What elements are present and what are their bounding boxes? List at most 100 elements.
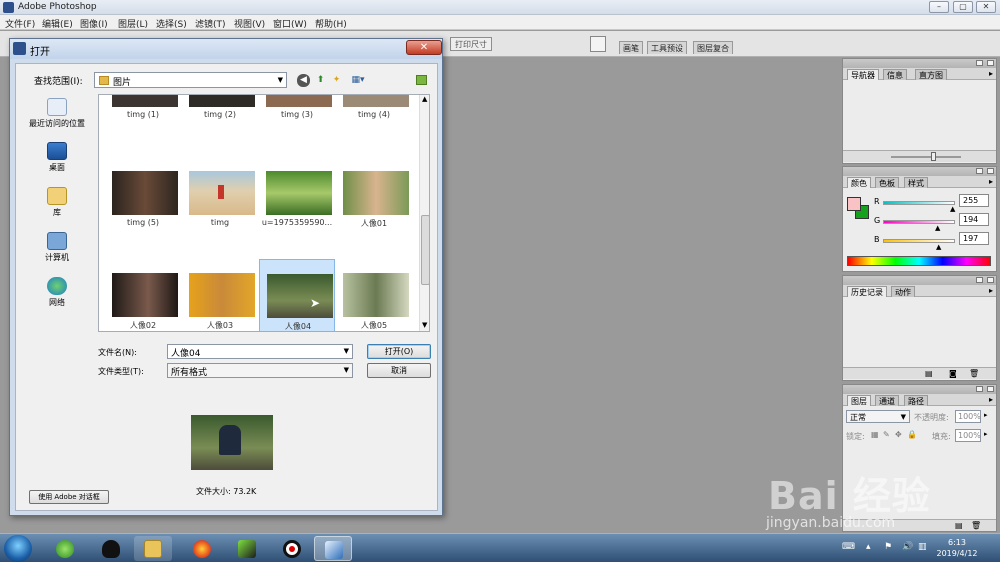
palette-minimize-button[interactable] [976, 386, 983, 392]
tab-layers[interactable]: 图层 [847, 395, 871, 406]
place-network[interactable]: 网络 [22, 277, 92, 308]
menu-edit[interactable]: 编辑(E) [42, 17, 73, 30]
cancel-button[interactable]: 取消 [367, 363, 431, 378]
file-item[interactable]: timg (5) [105, 163, 181, 233]
taskbar-app-qq[interactable] [92, 536, 130, 561]
new-folder-icon[interactable]: ✦ [330, 74, 343, 87]
file-item-selected[interactable]: 人像04 ➤ [259, 259, 335, 331]
palette-menu-icon[interactable]: ▸ [989, 286, 993, 295]
well-tab-tool-presets[interactable]: 工具预设 [647, 41, 687, 54]
palette-minimize-button[interactable] [976, 277, 983, 283]
tray-expand-icon[interactable]: ▴ [866, 542, 871, 552]
scroll-up-icon[interactable]: ▲ [422, 95, 427, 103]
zoom-slider[interactable] [891, 156, 961, 158]
taskbar-app-recorder[interactable] [273, 536, 311, 561]
foreground-color-swatch[interactable] [847, 197, 861, 211]
minimize-button[interactable]: – [929, 1, 949, 13]
file-item[interactable]: timg [182, 163, 258, 233]
place-recent[interactable]: 最近访问的位置 [22, 98, 92, 129]
new-document-icon[interactable]: ▤ [925, 369, 933, 378]
file-item[interactable]: timg (3) [259, 95, 335, 125]
well-tab-brushes[interactable]: 画笔 [619, 41, 643, 54]
blue-slider-handle[interactable]: ▲ [936, 243, 941, 251]
menu-help[interactable]: 帮助(H) [315, 17, 347, 30]
adobe-bridge-icon[interactable] [416, 75, 427, 85]
green-slider-handle[interactable]: ▲ [935, 224, 940, 232]
menu-view[interactable]: 视图(V) [234, 17, 265, 30]
trash-icon[interactable]: 🗑 [969, 369, 979, 378]
file-list-scrollbar[interactable]: ▲ ▼ [419, 95, 429, 331]
blue-slider[interactable] [883, 239, 955, 243]
menu-select[interactable]: 选择(S) [156, 17, 187, 30]
red-value-field[interactable]: 255 [959, 194, 989, 207]
tab-navigator[interactable]: 导航器 [847, 69, 879, 80]
tab-color[interactable]: 颜色 [847, 177, 871, 188]
tab-info[interactable]: 信息 [883, 69, 907, 80]
filetype-select[interactable]: 所有格式 ▼ [167, 363, 353, 378]
scrollbar-thumb[interactable] [421, 215, 429, 285]
blend-mode-select[interactable]: 正常 ▼ [846, 410, 910, 423]
dialog-close-button[interactable]: ✕ [406, 40, 442, 55]
maximize-button[interactable]: ▢ [953, 1, 973, 13]
well-tab-layer-comps[interactable]: 图层复合 [693, 41, 733, 54]
taskbar-app-360[interactable] [46, 536, 84, 561]
palette-minimize-button[interactable] [976, 60, 983, 66]
view-menu-icon[interactable]: ▦▾ [348, 74, 368, 87]
lock-move-icon[interactable]: ✥ [895, 430, 902, 439]
palette-minimize-button[interactable] [976, 168, 983, 174]
color-ramp[interactable] [847, 256, 991, 266]
file-item[interactable]: 人像02 [105, 265, 181, 331]
palette-close-button[interactable] [987, 168, 994, 174]
taskbar-app-explorer[interactable] [134, 536, 172, 561]
taskbar-app-video[interactable] [228, 536, 266, 561]
red-slider[interactable] [883, 201, 955, 205]
tab-actions[interactable]: 动作 [891, 286, 915, 297]
file-item[interactable]: 人像03 [182, 265, 258, 331]
taskbar-app-firefox[interactable] [183, 536, 221, 561]
menu-window[interactable]: 窗口(W) [273, 17, 307, 30]
zoom-slider-handle[interactable] [931, 152, 936, 161]
lock-brush-icon[interactable]: ✎ [883, 430, 890, 439]
palette-close-button[interactable] [987, 277, 994, 283]
taskbar-app-photoshop[interactable] [314, 536, 352, 561]
menu-file[interactable]: 文件(F) [5, 17, 35, 30]
palette-well-icon[interactable] [590, 36, 606, 52]
palette-menu-icon[interactable]: ▸ [989, 69, 993, 78]
menu-layer[interactable]: 图层(L) [118, 17, 148, 30]
file-item[interactable]: u=1975359590... [259, 163, 335, 233]
print-size-button[interactable]: 打印尺寸 [450, 37, 492, 51]
new-snapshot-icon[interactable]: ◙ [949, 369, 957, 378]
tab-histogram[interactable]: 直方图 [915, 69, 947, 80]
scroll-down-icon[interactable]: ▼ [422, 321, 427, 329]
file-item[interactable]: timg (2) [182, 95, 258, 125]
keyboard-icon[interactable]: ⌨ [842, 542, 855, 552]
blue-value-field[interactable]: 197 [959, 232, 989, 245]
tab-history[interactable]: 历史记录 [847, 286, 887, 297]
back-icon[interactable]: ◀ [297, 74, 310, 87]
up-folder-icon[interactable]: ⬆ [314, 74, 327, 87]
palette-close-button[interactable] [987, 386, 994, 392]
clock[interactable]: 6:13 2019/4/12 [932, 537, 982, 559]
menu-image[interactable]: 图像(I) [80, 17, 108, 30]
palette-close-button[interactable] [987, 60, 994, 66]
tab-channels[interactable]: 通道 [875, 395, 899, 406]
green-value-field[interactable]: 194 [959, 213, 989, 226]
open-button[interactable]: 打开(O) [367, 344, 431, 359]
look-in-select[interactable]: 图片 ▼ [94, 72, 287, 88]
lock-all-icon[interactable]: 🔒 [907, 430, 917, 439]
lock-transparency-icon[interactable]: ▦ [871, 430, 879, 439]
menu-filter[interactable]: 滤镜(T) [195, 17, 226, 30]
close-button[interactable]: ✕ [976, 1, 996, 13]
tab-paths[interactable]: 路径 [904, 395, 928, 406]
file-item[interactable]: 人像01 [336, 163, 412, 233]
fill-field[interactable]: 100% [955, 429, 981, 442]
use-adobe-dialog-button[interactable]: 使用 Adobe 对话框 [29, 490, 109, 504]
file-item[interactable]: timg (4) [336, 95, 412, 125]
place-desktop[interactable]: 桌面 [22, 142, 92, 173]
palette-menu-icon[interactable]: ▸ [989, 177, 993, 186]
filename-input[interactable]: 人像04 ▼ [167, 344, 353, 359]
volume-icon[interactable]: 🔊 [902, 542, 913, 552]
fill-arrow-icon[interactable]: ▸ [984, 430, 988, 438]
place-computer[interactable]: 计算机 [22, 232, 92, 263]
tab-swatches[interactable]: 色板 [875, 177, 899, 188]
